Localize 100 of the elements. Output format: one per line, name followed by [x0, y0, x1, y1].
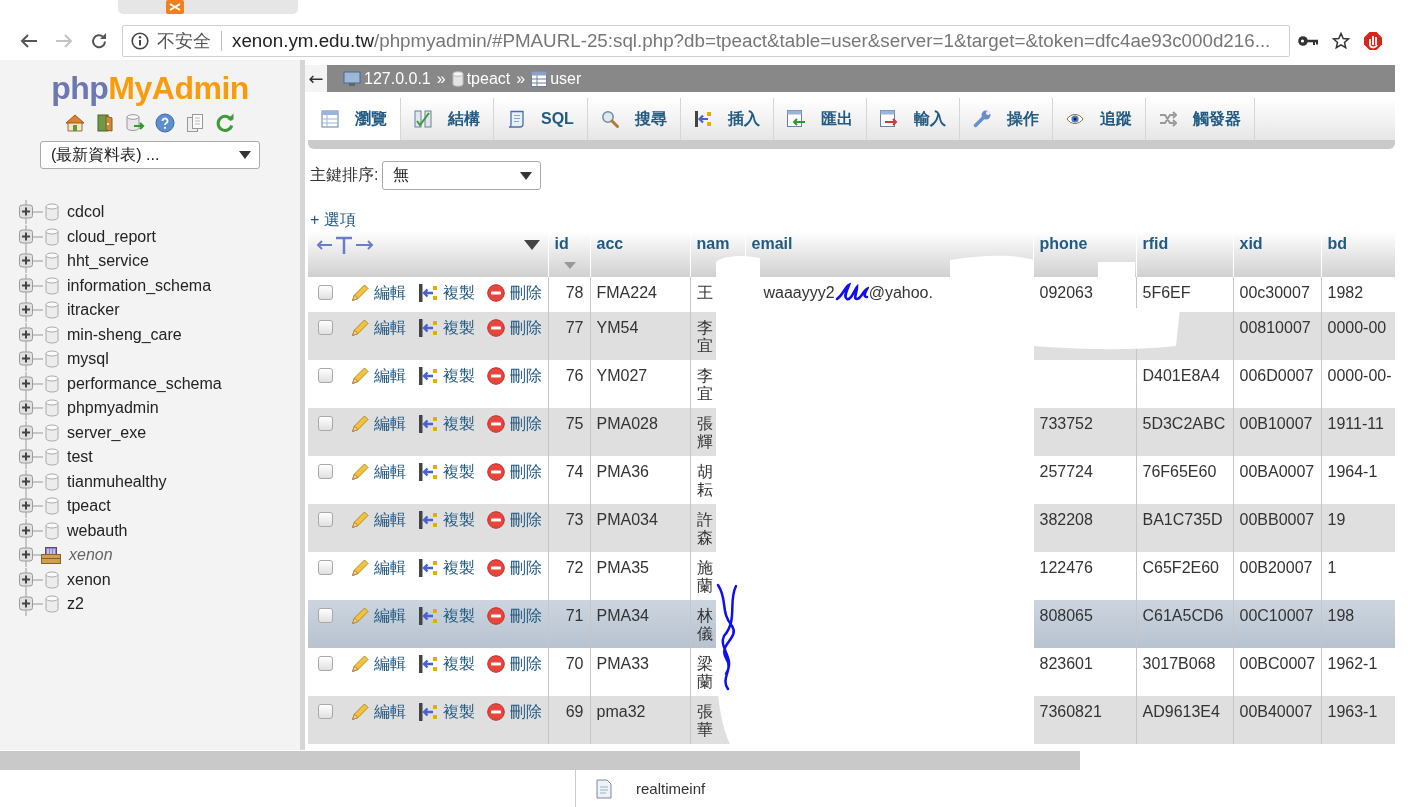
- plus-box-icon[interactable]: [17, 396, 43, 421]
- database-link[interactable]: mysql: [67, 350, 109, 369]
- horizontal-scrollbar[interactable]: [0, 751, 1080, 770]
- back-button[interactable]: ←: [305, 65, 327, 92]
- tab[interactable]: 瀏覽: [308, 98, 401, 140]
- edit-link[interactable]: 編輯: [350, 367, 406, 385]
- column-header[interactable]: rfid: [1136, 231, 1233, 277]
- delete-link[interactable]: 刪除: [487, 463, 542, 481]
- home-icon[interactable]: [65, 113, 85, 133]
- row-checkbox[interactable]: [318, 512, 333, 527]
- row-checkbox[interactable]: [318, 320, 333, 335]
- row-checkbox[interactable]: [318, 560, 333, 575]
- plus-box-icon[interactable]: [17, 249, 43, 274]
- edit-link[interactable]: 編輯: [350, 284, 406, 302]
- copy-link[interactable]: 複製: [418, 463, 475, 481]
- key-icon[interactable]: [1298, 35, 1318, 47]
- plus-box-icon[interactable]: [17, 494, 43, 519]
- copy-link[interactable]: 複製: [418, 284, 475, 302]
- database-link[interactable]: performance_schema: [67, 374, 222, 393]
- row-checkbox[interactable]: [318, 704, 333, 719]
- row-checkbox[interactable]: [318, 416, 333, 431]
- octagon-icon[interactable]: [1364, 31, 1382, 51]
- column-header[interactable]: bd: [1321, 231, 1395, 277]
- database-link[interactable]: information_schema: [67, 276, 212, 295]
- column-arrows-icon[interactable]: [316, 235, 374, 255]
- database-link[interactable]: test: [67, 448, 93, 467]
- copy-link[interactable]: 複製: [418, 703, 475, 721]
- database-link[interactable]: cloud_report: [67, 227, 156, 246]
- delete-link[interactable]: 刪除: [487, 415, 542, 433]
- database-link[interactable]: hht_service: [67, 252, 149, 271]
- security-label[interactable]: 不安全: [157, 31, 222, 51]
- caret-down-icon[interactable]: [523, 240, 540, 250]
- reload-icon[interactable]: [90, 32, 108, 50]
- plus-box-icon[interactable]: [17, 322, 43, 347]
- door-icon[interactable]: [95, 113, 115, 133]
- copy-link[interactable]: 複製: [418, 415, 475, 433]
- plus-box-icon[interactable]: [17, 518, 43, 543]
- options-link[interactable]: + 選項: [310, 211, 356, 228]
- plus-box-icon[interactable]: [17, 224, 43, 249]
- database-link[interactable]: xenon: [67, 570, 111, 589]
- delete-link[interactable]: 刪除: [487, 511, 542, 529]
- database-arrow-icon[interactable]: [125, 113, 145, 133]
- database-link[interactable]: itracker: [67, 301, 120, 320]
- documents-icon[interactable]: [185, 113, 205, 133]
- download-item[interactable]: realtimeinf: [575, 770, 706, 807]
- help-icon[interactable]: [155, 113, 175, 133]
- delete-link[interactable]: 刪除: [487, 655, 542, 673]
- plus-box-icon[interactable]: [17, 420, 43, 445]
- address-field[interactable]: 不安全 xenon.ym.edu.tw/phpmyadmin/#PMAURL-25:sql.php?db=tpeact&table=user&server=1&target=&token=dfc4ae93c000d216...: [122, 25, 1290, 57]
- arrow-left-icon[interactable]: [20, 33, 38, 49]
- plus-box-icon[interactable]: [17, 200, 43, 225]
- database-link[interactable]: server_exe: [67, 423, 147, 442]
- copy-link[interactable]: 複製: [418, 655, 475, 673]
- column-header[interactable]: id: [548, 231, 590, 277]
- edit-link[interactable]: 編輯: [350, 463, 406, 481]
- plus-box-icon[interactable]: [17, 273, 43, 298]
- recent-tables-select[interactable]: (最新資料表) ...: [40, 141, 260, 169]
- plus-box-icon[interactable]: [17, 592, 43, 617]
- database-link[interactable]: tpeact: [67, 497, 111, 516]
- breadcrumb-link[interactable]: tpeact: [451, 69, 511, 88]
- database-link[interactable]: z2: [67, 595, 84, 614]
- row-checkbox[interactable]: [318, 656, 333, 671]
- delete-link[interactable]: 刪除: [487, 559, 542, 577]
- delete-link[interactable]: 刪除: [487, 703, 542, 721]
- edit-link[interactable]: 編輯: [350, 607, 406, 625]
- star-icon[interactable]: [1332, 32, 1350, 50]
- edit-link[interactable]: 編輯: [350, 703, 406, 721]
- copy-link[interactable]: 複製: [418, 319, 475, 337]
- edit-link[interactable]: 編輯: [350, 415, 406, 433]
- row-checkbox[interactable]: [318, 464, 333, 479]
- column-header[interactable]: acc: [590, 231, 690, 277]
- app-logo[interactable]: phpMyAdmin: [51, 72, 249, 104]
- database-link[interactable]: webauth: [67, 521, 128, 540]
- delete-link[interactable]: 刪除: [487, 319, 542, 337]
- info-icon[interactable]: [131, 32, 149, 50]
- database-link[interactable]: tianmuhealthy: [67, 472, 167, 491]
- plus-box-icon[interactable]: [17, 567, 43, 592]
- database-link[interactable]: xenon: [69, 546, 113, 565]
- edit-link[interactable]: 編輯: [350, 655, 406, 673]
- plus-box-icon[interactable]: [17, 371, 43, 396]
- database-link[interactable]: cdcol: [67, 203, 105, 222]
- delete-link[interactable]: 刪除: [487, 367, 542, 385]
- edit-link[interactable]: 編輯: [350, 319, 406, 337]
- row-checkbox[interactable]: [318, 608, 333, 623]
- copy-link[interactable]: 複製: [418, 559, 475, 577]
- database-link[interactable]: phpmyadmin: [67, 399, 159, 418]
- refresh-icon[interactable]: [215, 113, 235, 133]
- edit-link[interactable]: 編輯: [350, 559, 406, 577]
- plus-box-icon[interactable]: [17, 347, 43, 372]
- column-header[interactable]: xid: [1233, 231, 1321, 277]
- sort-select[interactable]: 無: [382, 161, 542, 190]
- copy-link[interactable]: 複製: [418, 511, 475, 529]
- row-checkbox[interactable]: [318, 368, 333, 383]
- breadcrumb-link[interactable]: user: [531, 69, 582, 88]
- copy-link[interactable]: 複製: [418, 607, 475, 625]
- plus-box-icon[interactable]: [17, 298, 43, 323]
- edit-link[interactable]: 編輯: [350, 511, 406, 529]
- row-checkbox[interactable]: [318, 285, 333, 300]
- delete-link[interactable]: 刪除: [487, 607, 542, 625]
- plus-box-icon[interactable]: [17, 445, 43, 470]
